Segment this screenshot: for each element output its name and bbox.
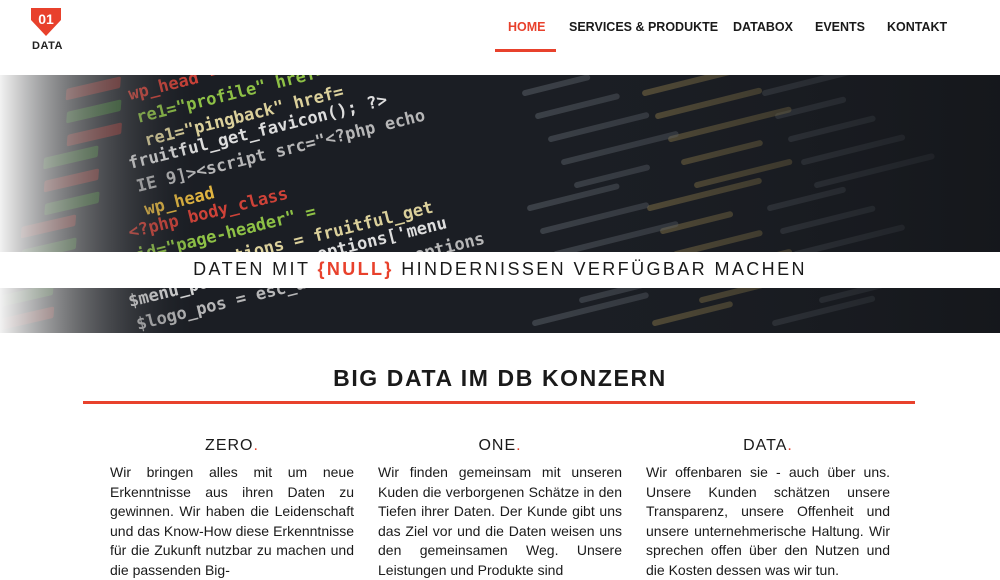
nav-item-home[interactable]: HOME — [508, 20, 546, 34]
column-title: DATA. — [743, 437, 793, 454]
column-text: Wir finden gemeinsam mit unseren Kuden d… — [378, 464, 622, 578]
nav-item-databox[interactable]: DATABOX — [733, 20, 793, 34]
logo-mark: 01 — [38, 11, 54, 27]
column-data: DATA. Wir offenbaren sie - auch über uns… — [646, 437, 890, 580]
nav-item-events[interactable]: EVENTS — [815, 20, 865, 34]
logo-text: DATA — [32, 40, 63, 52]
column-one: ONE. Wir finden gemeinsam mit unseren Ku… — [378, 437, 622, 580]
column-zero: ZERO. Wir bringen alles mit um neue Erke… — [110, 437, 354, 580]
site-header: 01 DATA HOME SERVICES & PRODUKTE DATABOX… — [0, 0, 1000, 75]
tagline-highlight: {NULL} — [317, 259, 394, 279]
shield-logo-icon: 01 — [31, 8, 61, 36]
column-text: Wir bringen alles mit um neue Erkenntnis… — [110, 464, 354, 578]
nav-item-kontakt[interactable]: KONTAKT — [887, 20, 947, 34]
column-text: Wir offenbaren sie - auch über uns. Unse… — [646, 464, 890, 578]
nav-active-indicator — [495, 49, 556, 52]
logo[interactable]: 01 DATA — [28, 4, 64, 52]
nav-item-services[interactable]: SERVICES & PRODUKTE — [569, 20, 718, 34]
code-background-image: wp_head - <?php wp_head(); ?>re1="profil… — [0, 75, 1000, 333]
section-title: BIG DATA IM DB KONZERN — [333, 365, 667, 391]
tagline: DATEN MIT {NULL} HINDERNISSEN VERFÜGBAR … — [193, 259, 807, 279]
tagline-bar: DATEN MIT {NULL} HINDERNISSEN VERFÜGBAR … — [0, 252, 1000, 288]
column-title: ONE. — [478, 437, 522, 454]
column-title: ZERO. — [205, 437, 259, 454]
section-divider — [83, 401, 915, 404]
hero-banner: wp_head - <?php wp_head(); ?>re1="profil… — [0, 75, 1000, 333]
